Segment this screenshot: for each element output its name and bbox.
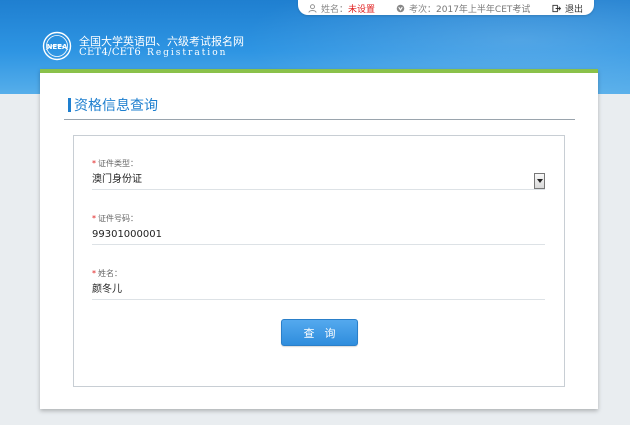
id-type-underline bbox=[92, 189, 545, 190]
site-subtitle-registration: Registration bbox=[147, 48, 228, 58]
user-icon bbox=[308, 4, 317, 13]
name-field: * 姓名： 颜冬儿 bbox=[92, 269, 545, 300]
logout-icon bbox=[552, 4, 561, 13]
name-underline bbox=[92, 299, 545, 300]
name-value: 未设置 bbox=[348, 5, 376, 15]
user-info-bar: 姓名： 未设置 考次： 2017年上半年CET考试 退出 bbox=[298, 0, 594, 15]
section-divider bbox=[64, 119, 575, 120]
logout-link[interactable]: 退出 bbox=[552, 2, 583, 15]
id-number-field: * 证件号码： 99301000001 bbox=[92, 214, 545, 245]
logout-label: 退出 bbox=[565, 5, 584, 15]
query-button[interactable]: 查询 bbox=[281, 319, 358, 346]
id-number-label: * 证件号码： bbox=[92, 214, 545, 224]
name-field-label: * 姓名： bbox=[92, 269, 545, 279]
section-title: 资格信息查询 bbox=[68, 96, 158, 114]
logo-text: NEEA bbox=[47, 43, 68, 51]
exam-info: 考次： 2017年上半年CET考试 bbox=[396, 2, 530, 15]
name-label: 姓名： bbox=[321, 5, 349, 15]
exam-value: 2017年上半年CET考试 bbox=[436, 5, 531, 15]
required-mark: * bbox=[92, 214, 96, 223]
query-form: * 证件类型： 澳门身份证 * 证件号码： 99301000001 * 姓名： 颜冬儿… bbox=[73, 135, 565, 387]
section-title-text: 资格信息查询 bbox=[74, 98, 158, 114]
required-mark: * bbox=[92, 159, 96, 168]
required-mark: * bbox=[92, 269, 96, 278]
id-type-label: * 证件类型： bbox=[92, 159, 545, 169]
user-name-info: 姓名： 未设置 bbox=[308, 2, 375, 15]
id-type-select[interactable]: 澳门身份证 bbox=[92, 173, 545, 189]
id-number-input[interactable]: 99301000001 bbox=[92, 228, 545, 242]
neea-logo[interactable]: NEEA bbox=[42, 31, 72, 61]
dropdown-arrow-icon[interactable] bbox=[534, 173, 545, 189]
name-field-label-text: 姓名： bbox=[98, 269, 122, 278]
site-subtitle-en: CET4/CET6 bbox=[79, 47, 142, 58]
exam-icon bbox=[396, 4, 405, 13]
name-input[interactable]: 颜冬儿 bbox=[92, 283, 545, 297]
section-title-bar bbox=[68, 98, 71, 112]
id-type-value: 澳门身份证 bbox=[92, 174, 142, 185]
id-type-field: * 证件类型： 澳门身份证 bbox=[92, 159, 545, 190]
id-number-label-text: 证件号码： bbox=[98, 214, 138, 223]
site-subtitle: CET4/CET6 Registration bbox=[79, 47, 228, 59]
id-type-label-text: 证件类型： bbox=[98, 159, 138, 168]
exam-label: 考次： bbox=[409, 5, 437, 15]
id-number-underline bbox=[92, 244, 545, 245]
main-card: 资格信息查询 * 证件类型： 澳门身份证 * 证件号码： 99301000001 *… bbox=[40, 69, 598, 409]
